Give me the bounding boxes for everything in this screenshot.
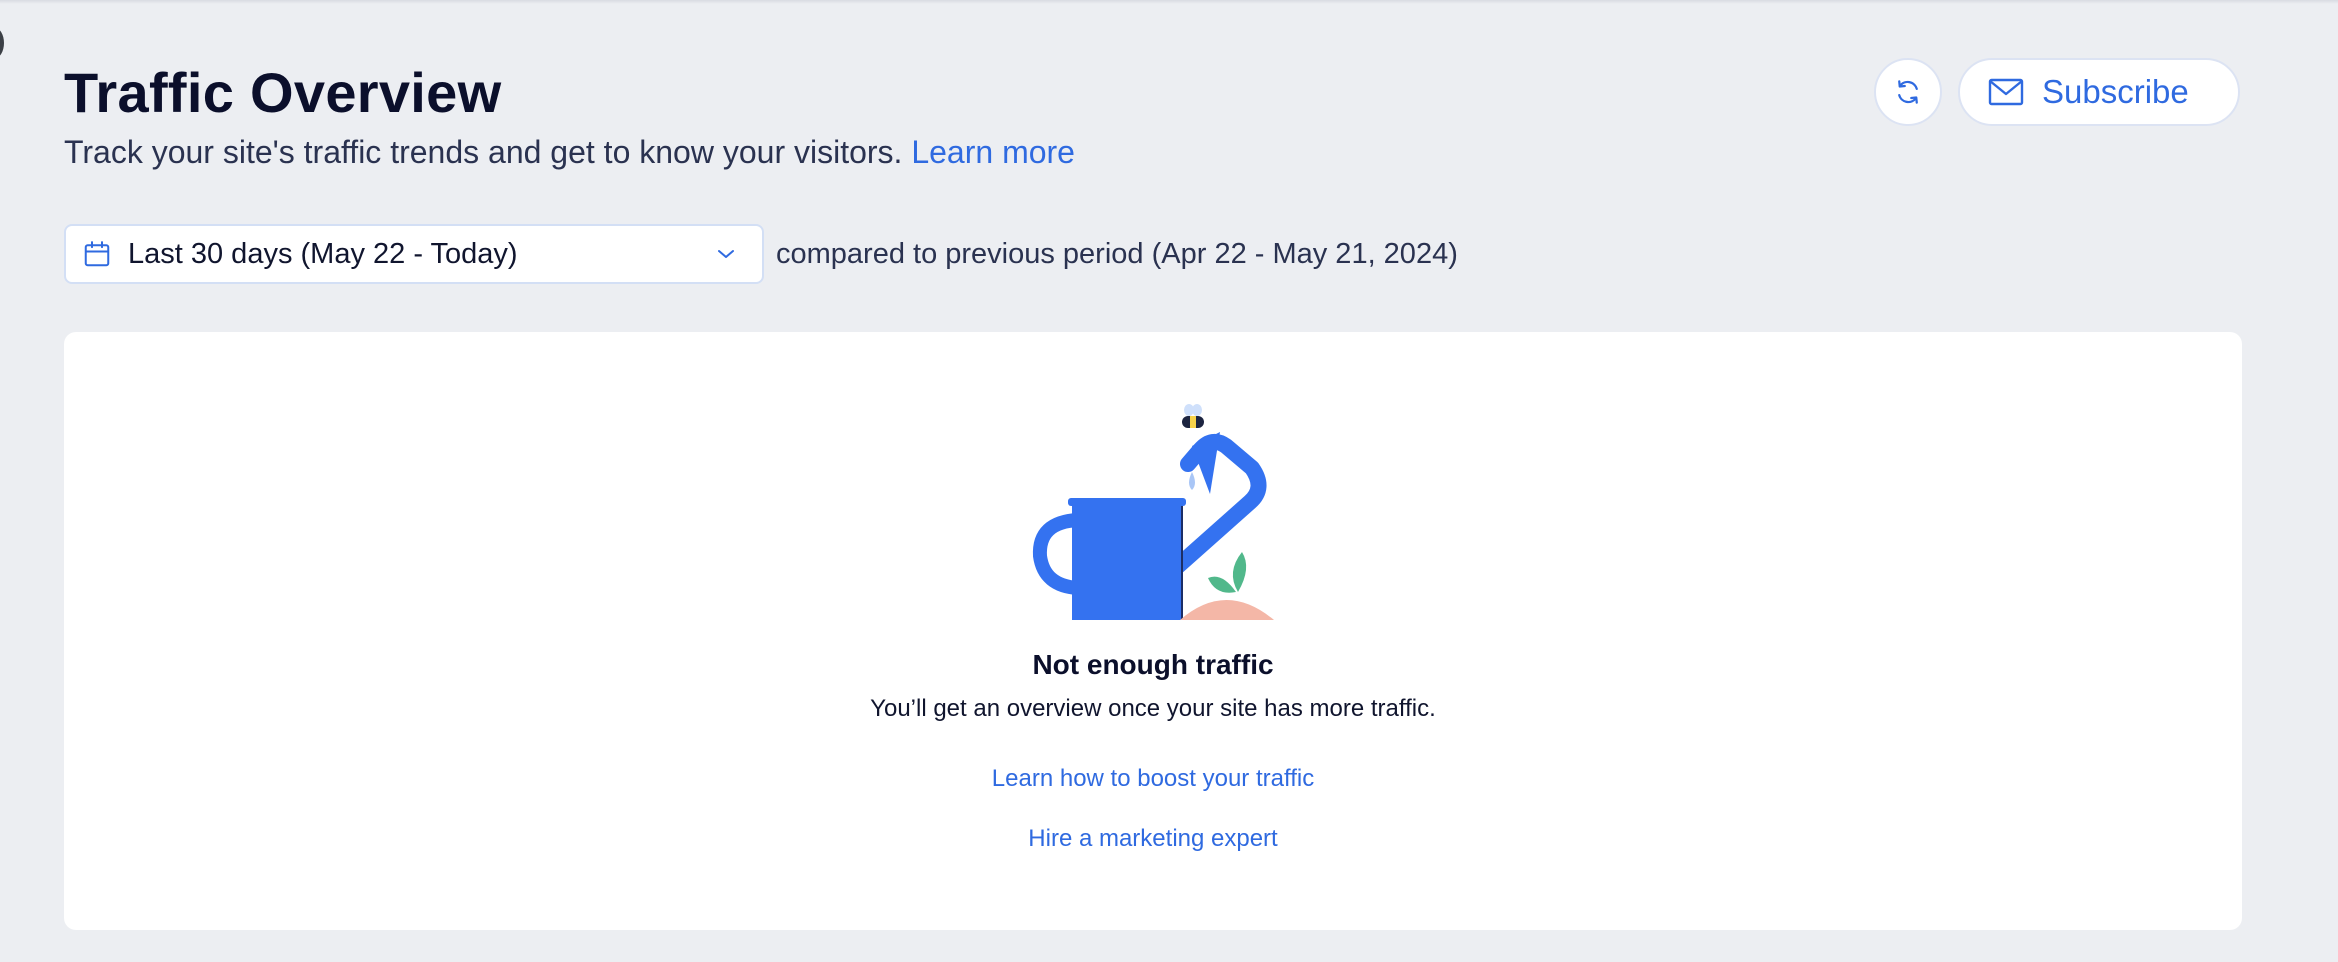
hire-expert-link-row: Hire a marketing expert — [64, 824, 2242, 854]
date-range-dropdown[interactable]: Last 30 days (May 22 - Today) — [64, 224, 764, 284]
learn-more-link[interactable]: Learn more — [911, 134, 1075, 170]
page-title: Traffic Overview — [64, 61, 502, 124]
chevron-down-icon — [716, 248, 736, 260]
refresh-icon — [1893, 77, 1923, 107]
boost-traffic-link[interactable]: Learn how to boost your traffic — [992, 765, 1314, 792]
subscribe-label: Subscribe — [2042, 73, 2189, 110]
subtitle-text: Track your site's traffic trends and get… — [64, 134, 903, 170]
subscribe-button[interactable]: Subscribe — [1958, 58, 2240, 126]
page-subtitle: Track your site's traffic trends and get… — [64, 132, 1075, 172]
boost-traffic-link-row: Learn how to boost your traffic — [64, 764, 2242, 794]
empty-state-card: Not enough traffic You’ll get an overvie… — [64, 332, 2242, 930]
panel-edge-handle — [0, 28, 4, 58]
calendar-icon — [82, 239, 112, 269]
empty-state-title: Not enough traffic — [1032, 649, 1274, 680]
comparison-period: compared to previous period (Apr 22 - Ma… — [776, 238, 1458, 270]
envelope-icon — [1988, 78, 2024, 106]
hire-expert-link[interactable]: Hire a marketing expert — [1028, 825, 1277, 852]
empty-state-description: You’ll get an overview once your site ha… — [870, 695, 1436, 722]
top-shadow — [0, 0, 2338, 4]
refresh-button[interactable] — [1874, 58, 1942, 126]
watering-can-illustration — [1030, 402, 1350, 622]
date-range-value: Last 30 days (May 22 - Today) — [128, 237, 518, 270]
